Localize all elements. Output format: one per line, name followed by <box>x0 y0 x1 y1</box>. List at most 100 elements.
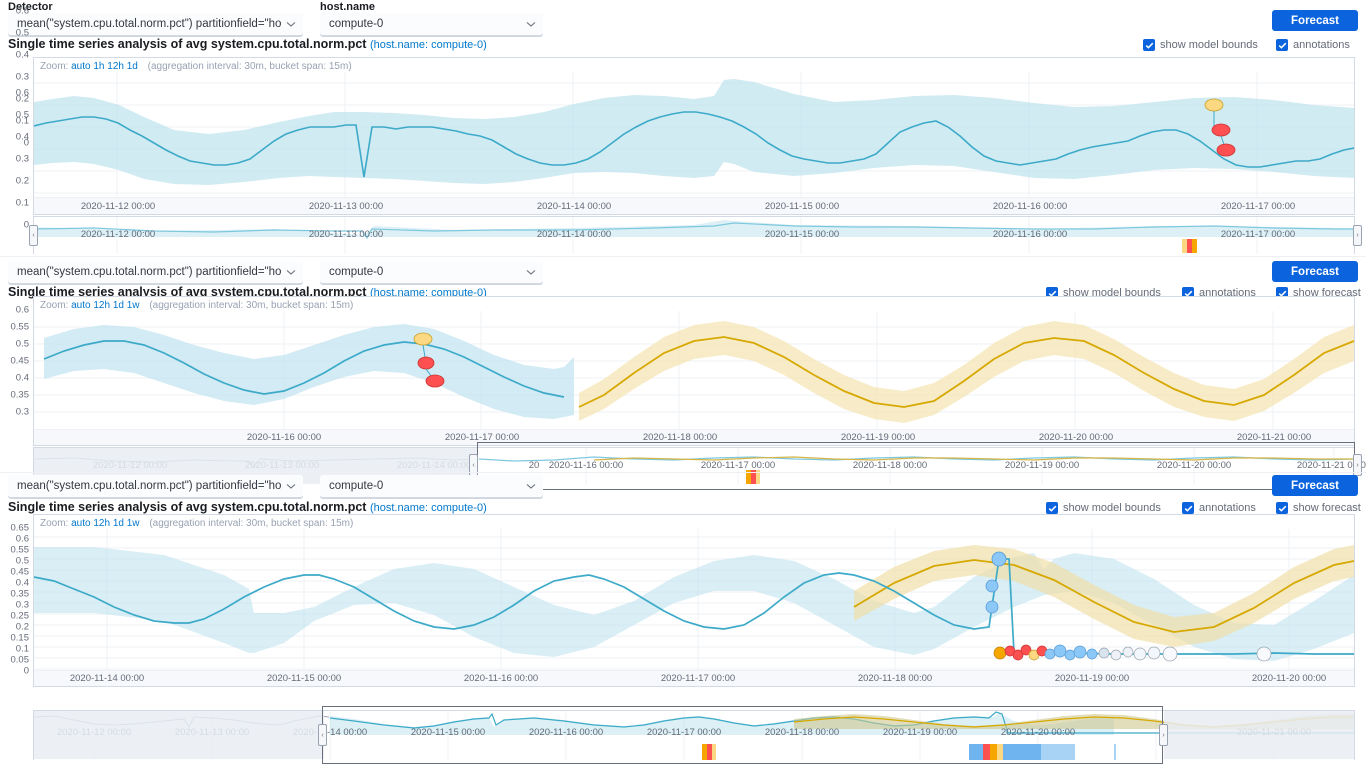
brush-mask-left-3 <box>34 711 324 759</box>
chart-1[interactable]: Zoom: auto 1h 12h 1d (aggregation interv… <box>33 57 1355 215</box>
hostname-select-2[interactable]: compute-0 <box>320 261 543 284</box>
toggle-label-annotations-3: annotations <box>1199 502 1256 514</box>
ytick-0.15: 0.15 <box>10 632 30 644</box>
zoom-option-12h-3[interactable]: 12h <box>93 518 110 529</box>
hostname-select-1[interactable]: compute-0 <box>320 13 543 36</box>
title-main-3: Single time series analysis of avg syste… <box>8 500 367 514</box>
chart-1-context-bar[interactable]: 2020-11-12 00:00 2020-11-13 00:00 2020-1… <box>33 216 1355 254</box>
xtick: 20 <box>528 460 540 471</box>
detector-select-value-3: mean("system.cpu.total.norm.pct") partit… <box>17 480 282 492</box>
zoom-option-auto-3[interactable]: auto <box>71 518 90 529</box>
chart-3[interactable]: Zoom: auto 12h 1d 1w (aggregation interv… <box>33 514 1355 687</box>
chart-1-plot <box>34 72 1354 214</box>
zoom-controls-3[interactable]: Zoom: auto 12h 1d 1w (aggregation interv… <box>40 518 353 529</box>
xtick: 2020-11-14 00:00 <box>536 201 612 212</box>
ytick: 0.5 <box>15 27 29 39</box>
detector-select-3[interactable]: mean("system.cpu.total.norm.pct") partit… <box>8 475 303 498</box>
zoom-prefix-2: Zoom: <box>40 300 69 311</box>
analysis-panel-2: mean("system.cpu.total.norm.pct") partit… <box>0 258 1366 490</box>
ytick-0.4: 0.4 <box>15 577 29 589</box>
xtick: 2020-11-18 00:00 <box>642 432 718 443</box>
zoom-option-1w-3[interactable]: 1w <box>127 518 140 529</box>
ytick-0.4: 0.4 <box>15 372 29 384</box>
brush-handle-left-3[interactable]: ‹ <box>318 724 327 746</box>
controls-row-2: mean("system.cpu.total.norm.pct") partit… <box>0 258 1366 284</box>
detector-select-1[interactable]: mean("system.cpu.total.norm.pct") partit… <box>8 13 303 36</box>
chevron-down-icon <box>526 481 536 491</box>
brush-handle-right-3[interactable]: › <box>1159 724 1168 746</box>
zoom-controls-1[interactable]: Zoom: auto 1h 12h 1d (aggregation interv… <box>40 61 352 72</box>
ytick-0.6: 0.6 <box>15 87 29 99</box>
forecast-button-2[interactable]: Forecast <box>1272 261 1358 282</box>
zoom-controls-2[interactable]: Zoom: auto 12h 1d 1w (aggregation interv… <box>40 300 353 311</box>
ytick-0.4: 0.4 <box>15 131 29 143</box>
xtick: 2020-11-16 00:00 <box>992 229 1068 240</box>
zoom-option-auto-2[interactable]: auto <box>71 300 90 311</box>
zoom-option-auto-1[interactable]: auto <box>71 61 90 72</box>
analysis-panel-3: mean("system.cpu.total.norm.pct") partit… <box>0 474 1366 764</box>
anomaly-marker <box>1098 647 1110 659</box>
checkbox-checked-icon <box>1276 39 1288 51</box>
zoom-option-1d-1[interactable]: 1d <box>127 61 138 72</box>
zoom-option-1h-1[interactable]: 1h <box>93 61 104 72</box>
anomaly-marker <box>1044 648 1056 660</box>
zoom-prefix-3: Zoom: <box>40 518 69 529</box>
hostname-select-value-3: compute-0 <box>329 480 384 492</box>
anomaly-marker <box>1147 646 1161 660</box>
title-main-1: Single time series analysis of avg syste… <box>8 37 367 51</box>
chart-3-context-bar[interactable]: 2020-11-12 00:00 2020-11-13 00:00 2020-1… <box>33 710 1355 760</box>
hostname-select-value-2: compute-0 <box>329 266 384 278</box>
anomaly-marker <box>1256 646 1272 662</box>
anomaly-marker <box>1204 98 1224 112</box>
chevron-down-icon <box>526 267 536 277</box>
toggle-annotations-3[interactable]: annotations <box>1182 502 1256 514</box>
controls-row-3: mean("system.cpu.total.norm.pct") partit… <box>0 474 1366 500</box>
anomaly-marker <box>1073 645 1087 659</box>
toggle-label-show-model-bounds-3: show model bounds <box>1063 502 1161 514</box>
title-row-1: Single time series analysis of avg syste… <box>0 36 1366 53</box>
zoom-agg-3: (aggregation interval: 30m, bucket span:… <box>149 518 354 529</box>
ytick-0.2: 0.2 <box>15 621 29 633</box>
checkbox-checked-icon <box>1276 502 1288 514</box>
chart-3-plot <box>34 529 1354 687</box>
toggle-label-show-forecast-3: show forecast <box>1293 502 1361 514</box>
forecast-button-3[interactable]: Forecast <box>1272 475 1358 496</box>
anomaly-marker <box>1211 123 1231 137</box>
anomaly-marker <box>1216 143 1236 157</box>
chart-1-yaxis-values: 0.6 0.5 0.4 0.3 0.2 0.1 0 <box>0 71 29 231</box>
ytick-0.55: 0.55 <box>10 321 30 333</box>
xtick: 2020-11-12 00:00 <box>80 229 156 240</box>
toggle-show-model-bounds-3[interactable]: show model bounds <box>1046 502 1161 514</box>
xtick: 2020-11-19 00:00 <box>1054 673 1130 684</box>
xtick: 2020-11-21 00:00 <box>1236 432 1312 443</box>
chart-2-plot <box>34 311 1354 445</box>
hostname-select-3[interactable]: compute-0 <box>320 475 543 498</box>
chart-2[interactable]: Zoom: auto 12h 1d 1w (aggregation interv… <box>33 296 1355 446</box>
zoom-option-12h-1[interactable]: 12h <box>107 61 124 72</box>
forecast-button-1[interactable]: Forecast <box>1272 10 1358 31</box>
zoom-option-1w-2[interactable]: 1w <box>127 300 140 311</box>
page-title-1: Single time series analysis of avg syste… <box>8 37 487 51</box>
zoom-agg-1: (aggregation interval: 30m, bucket span:… <box>147 61 352 72</box>
brush-handle-right-1[interactable]: › <box>1353 225 1362 246</box>
xtick: 2020-11-19 00:00 <box>882 727 958 738</box>
ytick-0.6: 0.6 <box>15 533 29 545</box>
toggle-label-show-model-bounds-1: show model bounds <box>1160 39 1258 51</box>
ytick-0.35: 0.35 <box>10 588 30 600</box>
xtick: 2020-11-14 00:00 <box>69 673 145 684</box>
chart-1-xaxis: 2020-11-12 00:00 2020-11-13 00:00 2020-1… <box>34 197 1354 214</box>
xtick: 2020-11-19 00:00 <box>1004 460 1080 471</box>
chevron-down-icon <box>526 19 536 29</box>
anomaly-marker <box>1133 647 1147 661</box>
zoom-option-1d-3[interactable]: 1d <box>113 518 124 529</box>
detector-select-2[interactable]: mean("system.cpu.total.norm.pct") partit… <box>8 261 303 284</box>
chart-1-context-xaxis: 2020-11-12 00:00 2020-11-13 00:00 2020-1… <box>34 229 1354 243</box>
zoom-option-12h-2[interactable]: 12h <box>93 300 110 311</box>
ytick-0.2: 0.2 <box>15 175 29 187</box>
toggle-show-forecast-3[interactable]: show forecast <box>1276 502 1361 514</box>
detector-label-1: Detector <box>8 1 53 13</box>
brush-handle-left-1[interactable]: ‹ <box>29 225 38 246</box>
zoom-option-1d-2[interactable]: 1d <box>113 300 124 311</box>
toggle-show-model-bounds-1[interactable]: show model bounds <box>1143 39 1258 51</box>
toggle-annotations-1[interactable]: annotations <box>1276 39 1350 51</box>
